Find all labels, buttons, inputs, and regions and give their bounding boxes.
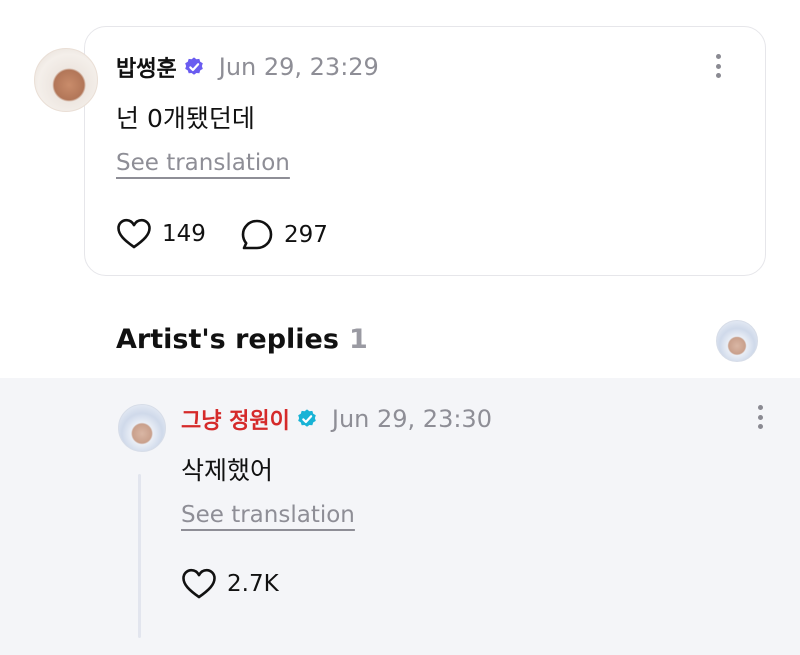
verified-badge-icon bbox=[298, 409, 316, 427]
post-like-count: 149 bbox=[162, 221, 206, 247]
artist-replies-avatar[interactable] bbox=[716, 320, 758, 362]
post-header: 밥썽훈 Jun 29, 23:29 bbox=[116, 50, 379, 84]
reply-like-button[interactable]: 2.7K bbox=[181, 568, 279, 600]
reply-like-count: 2.7K bbox=[227, 571, 279, 597]
post-comment-count: 297 bbox=[284, 222, 328, 248]
verified-badge-icon bbox=[184, 57, 203, 75]
heart-icon bbox=[117, 218, 151, 249]
reply-text: 삭제했어 bbox=[181, 456, 274, 485]
reply-see-translation-link[interactable]: See translation bbox=[181, 502, 355, 528]
reply-header: 그냥 정원이 Jun 29, 23:30 bbox=[181, 402, 492, 436]
post-see-translation-link[interactable]: See translation bbox=[116, 150, 290, 176]
post-username[interactable]: 밥썽훈 bbox=[116, 51, 177, 83]
comment-icon bbox=[241, 219, 273, 250]
post-timestamp: Jun 29, 23:29 bbox=[218, 53, 379, 81]
thread-line bbox=[138, 474, 141, 638]
post-avatar[interactable] bbox=[34, 48, 98, 112]
artist-replies-title: Artist's replies 1 bbox=[116, 324, 368, 355]
post-comment-button[interactable]: 297 bbox=[240, 218, 328, 252]
artist-replies-label: Artist's replies bbox=[116, 324, 339, 355]
reply-avatar[interactable] bbox=[118, 404, 166, 452]
reply-timestamp: Jun 29, 23:30 bbox=[331, 405, 492, 433]
post-text: 넌 0개됐던데 bbox=[116, 104, 255, 133]
reply-username[interactable]: 그냥 정원이 bbox=[181, 403, 290, 435]
reply-more-vertical-icon[interactable] bbox=[756, 405, 764, 431]
heart-icon bbox=[182, 568, 216, 599]
post-like-button[interactable]: 149 bbox=[116, 218, 206, 250]
post-more-vertical-icon[interactable] bbox=[714, 54, 722, 80]
artist-replies-count: 1 bbox=[348, 324, 368, 355]
page: 밥썽훈 Jun 29, 23:29 넌 0개됐던데 See translatio… bbox=[0, 0, 800, 655]
